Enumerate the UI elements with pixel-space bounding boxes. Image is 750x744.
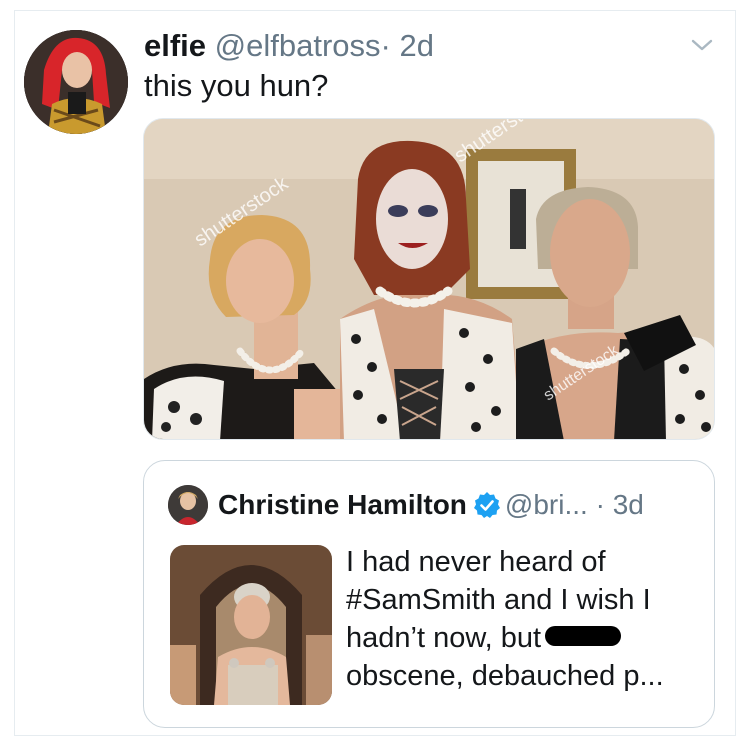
author-handle[interactable]: @elfbatross — [215, 28, 381, 63]
quoted-text-line: I had never heard of — [346, 546, 606, 578]
quoted-author-handle[interactable]: @bri... — [505, 489, 588, 520]
quoted-text-line: obscene, debauched p... — [346, 660, 664, 692]
tweet-photo[interactable]: shutterstock shutterst shutterstock — [143, 118, 715, 440]
quoted-author-avatar[interactable] — [168, 485, 208, 525]
quoted-tweet-header: Christine Hamilton @bri... · 3d — [218, 487, 644, 523]
quoted-text-line: hadn’t now, but — [346, 622, 550, 654]
quoted-tweet-photo[interactable] — [170, 545, 332, 705]
tweet-text: this you hun? — [144, 68, 329, 103]
quoted-tweet-timestamp[interactable]: 3d — [613, 489, 644, 520]
quoted-tweet[interactable]: Christine Hamilton @bri... · 3d I had ne… — [143, 460, 715, 728]
verified-badge-icon — [473, 492, 500, 518]
redaction-bar — [545, 626, 622, 646]
quoted-tweet-text: I had never heard of #SamSmith and I wis… — [346, 543, 696, 695]
tweet-header: elfie @elfbatross· 2d — [144, 28, 434, 64]
separator-dot: · — [380, 28, 391, 63]
quoted-text-line: #SamSmith and I wish I — [346, 584, 651, 616]
quoted-author-name[interactable]: Christine Hamilton — [218, 489, 467, 520]
chevron-down-icon[interactable] — [690, 36, 714, 54]
separator-dot: · — [595, 489, 605, 520]
author-name[interactable]: elfie — [144, 28, 206, 63]
author-avatar[interactable] — [24, 30, 128, 134]
quoted-text-line-redacted: hadn’t now, but — [346, 619, 696, 657]
tweet-timestamp[interactable]: 2d — [399, 28, 433, 63]
